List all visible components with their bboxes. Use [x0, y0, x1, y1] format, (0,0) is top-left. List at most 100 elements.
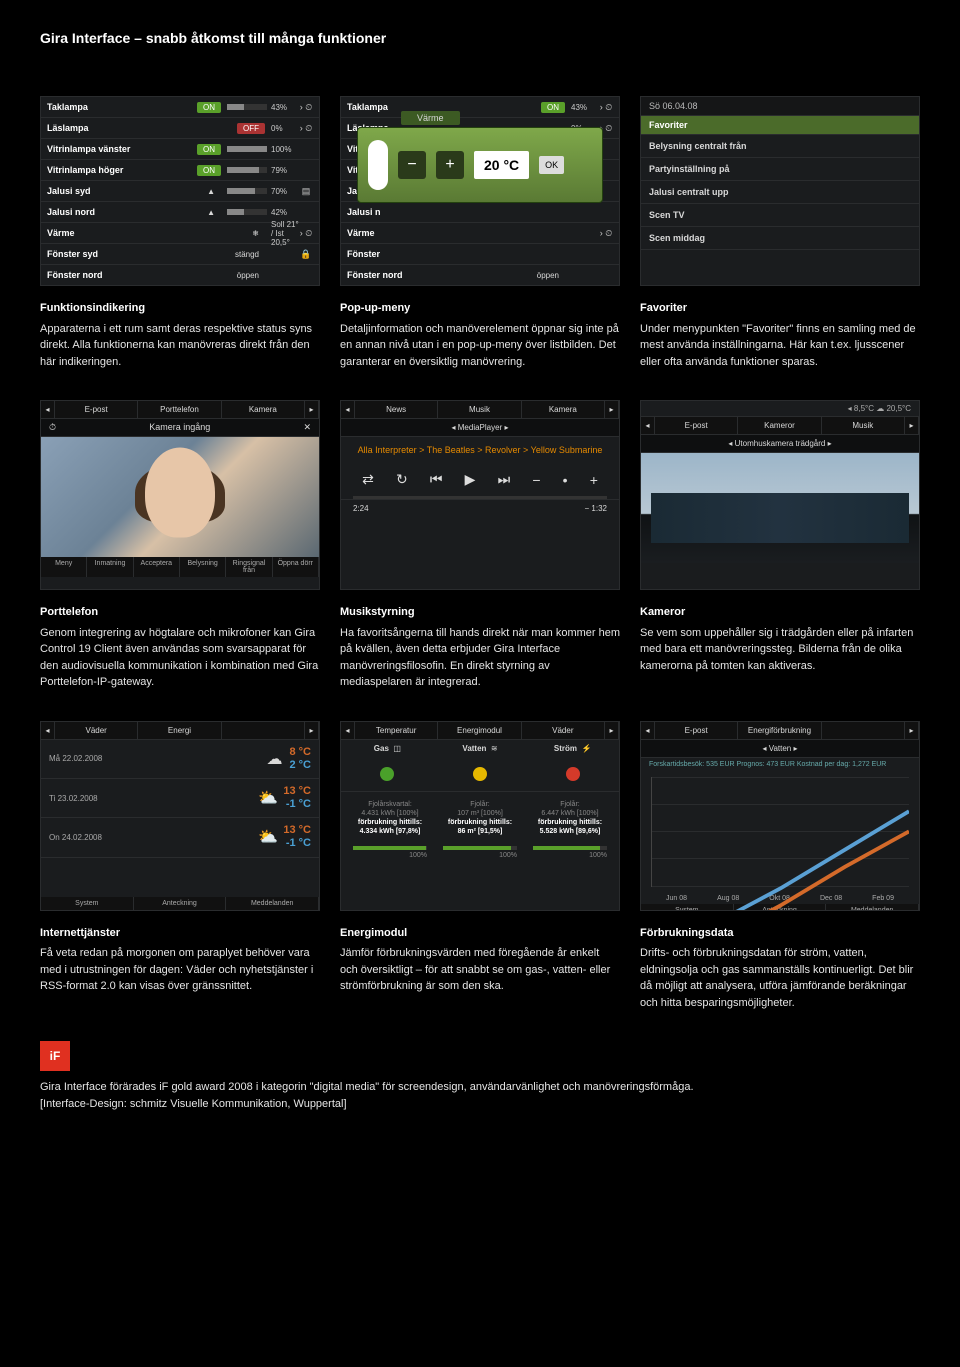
tab-item[interactable]: E-post [655, 722, 738, 739]
tab-next[interactable]: ▸ [905, 722, 919, 739]
prev-track-button[interactable]: ⏮ [430, 471, 443, 488]
tab-next[interactable]: ▸ [305, 722, 319, 739]
bottom-button[interactable]: Belysning [180, 557, 226, 577]
bottom-button[interactable]: Anteckning [134, 897, 227, 910]
bottom-button[interactable]: Öppna dörr [273, 557, 319, 577]
panel-consumption-chart: ◂E-postEnergiförbrukning▸ ◂ Vatten ▸ For… [640, 721, 920, 911]
panel-media: ◂NewsMusikKamera▸ ◂ MediaPlayer ▸ Alla I… [340, 400, 620, 590]
chart-sub-label: Vatten [769, 744, 792, 753]
tab-item[interactable]: Musik [438, 401, 521, 418]
device-row[interactable]: Värme❄Soll 21° / Ist 20,5°› ⏲ [41, 223, 319, 244]
energy-status-dot [380, 767, 394, 781]
desc-p-5: Ha favoritsångerna till hands direkt när… [340, 625, 620, 691]
vol-down-button[interactable]: − [532, 472, 540, 488]
tab-item[interactable] [222, 722, 305, 739]
chart-sub-next[interactable]: ▸ [794, 744, 798, 753]
tab-item[interactable]: Väder [522, 722, 605, 739]
device-extra-icon: ▤ [299, 186, 313, 197]
bottom-button[interactable]: Meddelanden [226, 897, 319, 910]
device-name: Vitrinlampa höger [47, 165, 197, 175]
bottom-button[interactable]: Acceptera [134, 557, 180, 577]
tab-item[interactable]: Musik [822, 417, 905, 434]
device-row[interactable]: Vitrinlampa vänsterON100% [41, 139, 319, 160]
favorite-item[interactable]: Belysning centralt från [641, 135, 919, 158]
favorite-item[interactable]: Partyinställning på [641, 158, 919, 181]
device-percent: 42% [271, 208, 299, 217]
tab-item[interactable]: Kamera [522, 401, 605, 418]
tab-item[interactable]: Väder [55, 722, 138, 739]
play-button[interactable]: ▶ [465, 471, 476, 488]
device-row[interactable]: TaklampaON43%› ⏲ [41, 97, 319, 118]
tab-next[interactable]: ▸ [305, 401, 319, 418]
tab-prev[interactable]: ◂ [641, 417, 655, 434]
device-row[interactable]: LäslampaOFF0%› ⏲ [41, 118, 319, 139]
tab-prev[interactable]: ◂ [641, 722, 655, 739]
device-level-bar [227, 167, 267, 173]
next-track-button[interactable]: ⏭ [498, 471, 511, 488]
tab-item[interactable]: News [355, 401, 438, 418]
doorphone-close-icon[interactable]: ✕ [303, 422, 311, 433]
popup-plus-button[interactable]: + [436, 151, 464, 179]
device-row[interactable]: Fönster nordöppen [41, 265, 319, 286]
bottom-button[interactable]: System [41, 897, 134, 910]
tab-next[interactable]: ▸ [605, 722, 619, 739]
energy-col-bar: 100% [435, 840, 525, 863]
shuffle-icon[interactable]: ⇄ [362, 471, 374, 488]
device-name: Fönster nord [47, 270, 231, 280]
bottom-button[interactable]: Ringsignal från [226, 557, 272, 577]
desc-p-6: Se vem som uppehåller sig i trädgården e… [640, 625, 920, 675]
page-title: Gira Interface – snabb åtkomst till mång… [40, 30, 920, 46]
weather-hi: 13 °C [283, 824, 311, 836]
tab-item[interactable]: Kamera [222, 401, 305, 418]
device-row: Fönster [341, 244, 619, 265]
energy-status-dot [473, 767, 487, 781]
bottom-button[interactable]: Inmatning [87, 557, 133, 577]
popup-ok-button[interactable]: OK [539, 156, 564, 174]
media-sub-prev[interactable]: ◂ [452, 423, 456, 432]
bottom-button[interactable]: Meny [41, 557, 87, 577]
tab-item[interactable]: E-post [655, 417, 738, 434]
tab-item[interactable]: E-post [55, 401, 138, 418]
vol-up-button[interactable]: + [590, 472, 598, 488]
cam-sub-next[interactable]: ▸ [828, 439, 832, 448]
tab-prev[interactable]: ◂ [41, 401, 55, 418]
device-name: Jalusi syd [47, 186, 201, 196]
popup-thermostat: − + 20 °C OK [357, 127, 603, 203]
footer-line1: Gira Interface förärades iF gold award 2… [40, 1079, 920, 1096]
device-level-bar [227, 146, 267, 152]
energy-col-bar: 100% [345, 840, 435, 863]
favorite-item[interactable]: Jalusi centralt upp [641, 181, 919, 204]
energy-col-header: Vatten ≋ [434, 740, 527, 757]
popup-minus-button[interactable]: − [398, 151, 426, 179]
favorite-item[interactable]: Scen middag [641, 227, 919, 250]
tab-next[interactable]: ▸ [605, 401, 619, 418]
device-name: Fönster syd [47, 249, 229, 259]
tab-item[interactable]: Energimodul [438, 722, 521, 739]
tab-item[interactable]: Porttelefon [138, 401, 221, 418]
favorite-item[interactable]: Scen TV [641, 204, 919, 227]
desc-p-1: Apparaterna i ett rum samt deras respekt… [40, 321, 320, 371]
tab-prev[interactable]: ◂ [41, 722, 55, 739]
device-row[interactable]: Fönster sydstängd🔒 [41, 244, 319, 265]
tab-item[interactable]: Temperatur [355, 722, 438, 739]
tab-item[interactable]: Energiförbrukning [738, 722, 821, 739]
tab-item[interactable] [822, 722, 905, 739]
device-row[interactable]: Jalusi syd▲70%▤ [41, 181, 319, 202]
media-sub-next[interactable]: ▸ [504, 423, 508, 432]
tab-item[interactable]: Energi [138, 722, 221, 739]
popup-temp-value: 20 °C [474, 151, 529, 179]
device-percent: 70% [271, 187, 299, 196]
tab-prev[interactable]: ◂ [341, 401, 355, 418]
device-state-badge: ON [197, 144, 221, 155]
repeat-icon[interactable]: ↻ [396, 471, 408, 488]
panel-energy: ◂TemperaturEnergimodulVäder▸ Gas ◫Vatten… [340, 721, 620, 911]
cam-sub-prev[interactable]: ◂ [728, 439, 732, 448]
weather-icon: ☁ [259, 749, 289, 769]
energy-col-text: Fjolår:107 m³ [100%]förbrukning hittills… [435, 796, 525, 840]
panel-popup: TaklampaON43%› ⏲Läslampa0%› ⏲VitrinlaVit… [340, 96, 620, 286]
tab-next[interactable]: ▸ [905, 417, 919, 434]
chart-sub-prev[interactable]: ◂ [762, 744, 766, 753]
tab-item[interactable]: Kameror [738, 417, 821, 434]
device-row[interactable]: Vitrinlampa högerON79% [41, 160, 319, 181]
tab-prev[interactable]: ◂ [341, 722, 355, 739]
